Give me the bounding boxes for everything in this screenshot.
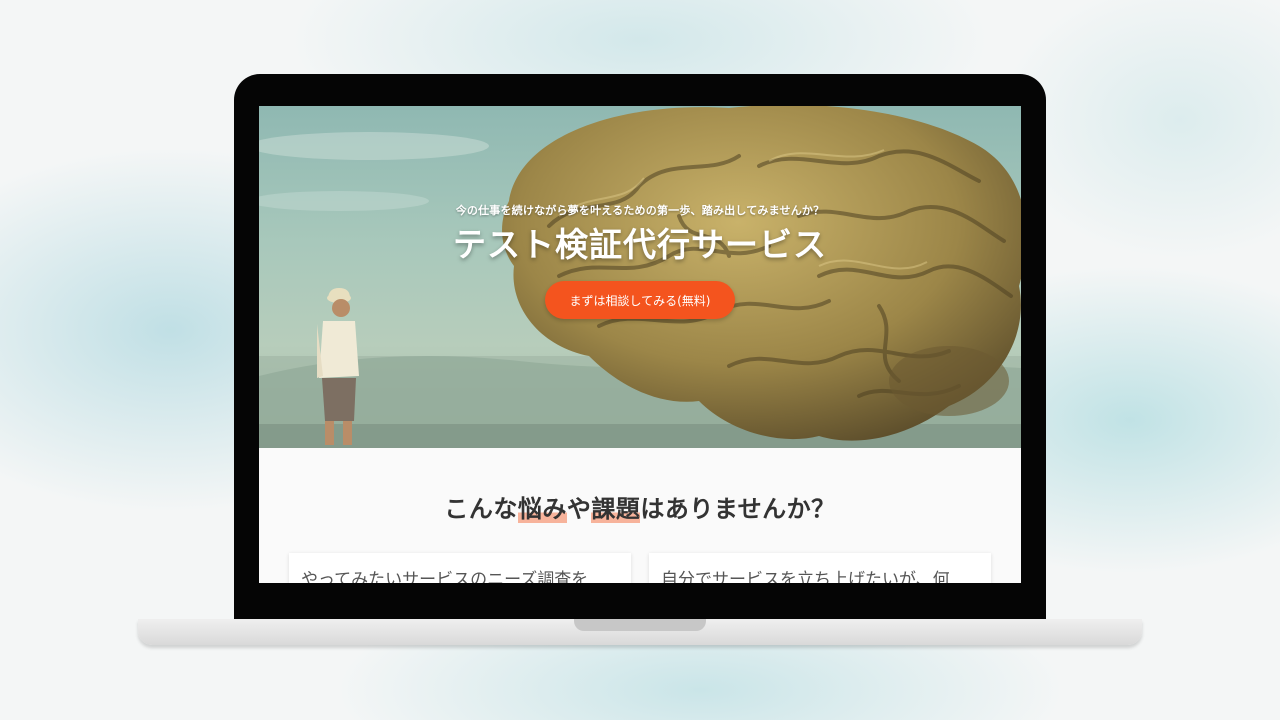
title-highlight-issues: 課題 [591,495,641,523]
title-part: こんな [444,495,518,523]
hero-section: 今の仕事を続けながら夢を叶えるための第一歩、踏み出してみませんか？ テスト検証代… [259,106,1021,448]
problems-section-title: こんな悩みや課題はありませんか？ [259,489,1021,524]
laptop-notch [574,619,706,631]
title-part: や [566,495,592,523]
problem-card-text: 自分でサービスを立ち上げたいが、何 [661,570,950,583]
problem-card: やってみたいサービスのニーズ調査を [289,553,631,583]
problem-card-text: やってみたいサービスのニーズ調査を [301,570,589,583]
title-highlight-worries: 悩み [517,495,567,523]
hero-title: テスト検証代行サービス [453,225,827,264]
problem-card: 自分でサービスを立ち上げたいが、何 [649,553,991,583]
hero-tagline: 今の仕事を続けながら夢を叶えるための第一歩、踏み出してみませんか？ [455,204,825,217]
laptop-screen: 今の仕事を続けながら夢を叶えるための第一歩、踏み出してみませんか？ テスト検証代… [259,106,1021,583]
free-consultation-button[interactable]: まずは相談してみる(無料) [545,281,735,319]
hero-brain-image [259,106,1021,448]
title-part: はありませんか？ [640,495,836,523]
